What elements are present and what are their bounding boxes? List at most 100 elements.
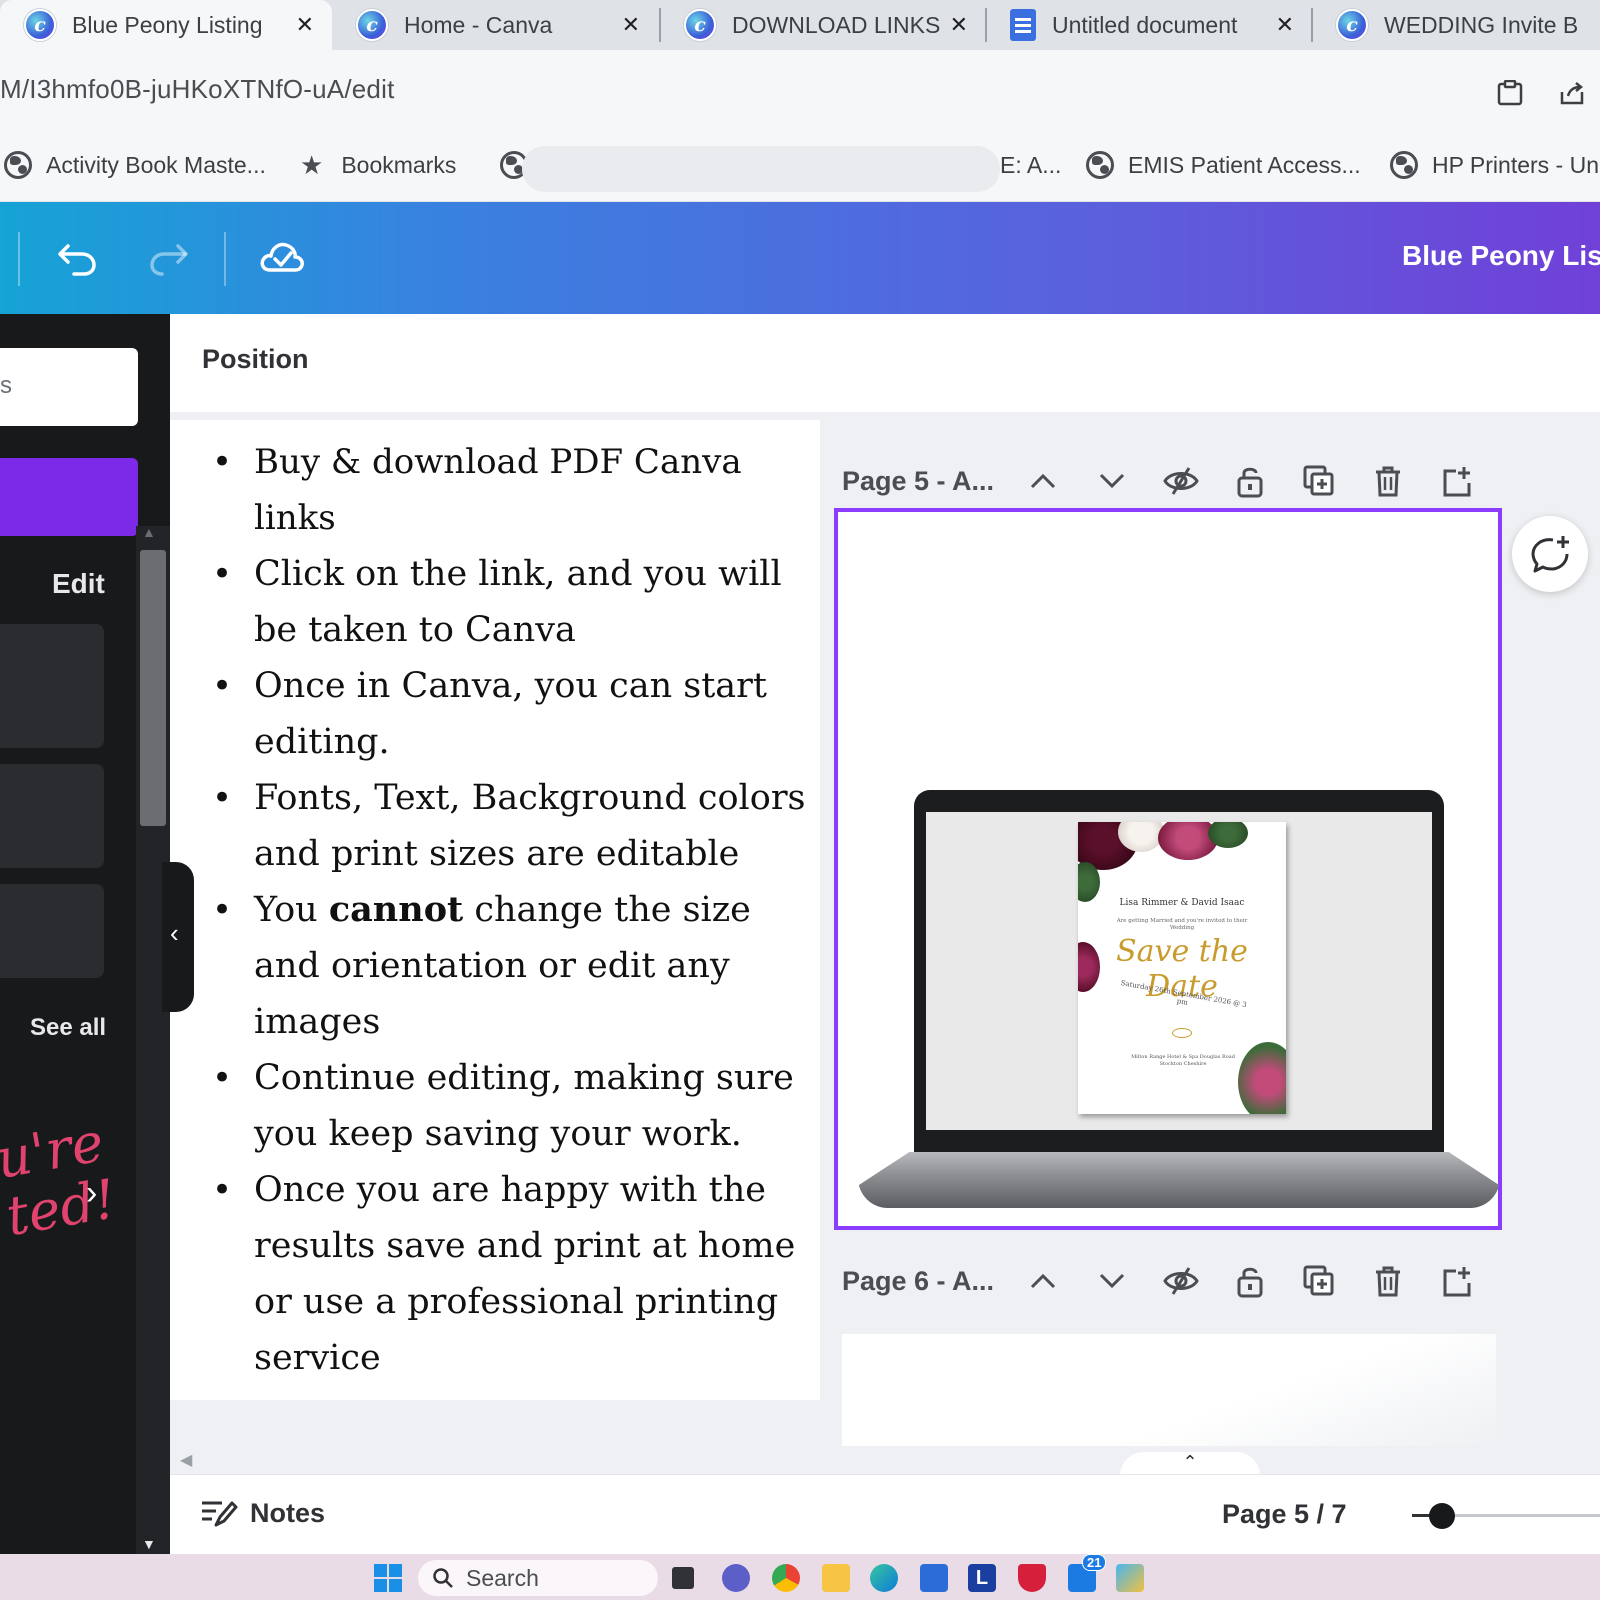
close-icon[interactable]: ✕ — [622, 12, 640, 38]
template-thumbnail[interactable] — [0, 624, 104, 748]
taskbar-search-label: Search — [466, 1564, 539, 1591]
chevron-up-icon[interactable] — [1008, 457, 1077, 505]
notes-button[interactable]: Notes — [200, 1497, 325, 1529]
chevron-up-icon[interactable] — [1008, 1257, 1077, 1305]
windows-start-icon[interactable] — [374, 1564, 402, 1592]
add-page-icon[interactable] — [1423, 457, 1492, 505]
undo-icon[interactable] — [56, 238, 100, 278]
bookmark-emis[interactable]: EMIS Patient Access... — [1086, 148, 1361, 182]
page-count-button[interactable]: Page 5 / 7 — [1222, 1499, 1347, 1530]
page-title[interactable]: Page 5 - A... — [842, 466, 1008, 497]
instructions-text-box[interactable]: Buy & download PDF Canva links Click on … — [170, 420, 820, 1400]
invite-subtitle: Are getting Married and you're invited t… — [1116, 918, 1248, 931]
scroll-left-arrow-icon[interactable]: ◀ — [180, 1450, 192, 1470]
folder-icon[interactable] — [822, 1564, 850, 1592]
cloud-saved-icon[interactable] — [258, 236, 306, 278]
scroll-down-arrow-icon[interactable]: ▼ — [142, 1536, 156, 1552]
chat-icon[interactable] — [722, 1564, 750, 1592]
url-field[interactable]: M/I3hmfo0B-juHKoXTNfO-uA/edit — [0, 74, 395, 105]
panel-scroll-thumb[interactable] — [140, 550, 166, 826]
laptop-mockup-base — [858, 1152, 1500, 1208]
bookmark-label: Bookmarks — [341, 151, 457, 178]
browser-tab-bar: c Blue Peony Listing ✕ c Home - Canva ✕ … — [0, 0, 1600, 50]
bookmark-activity-book[interactable]: Activity Book Maste... — [4, 148, 266, 182]
add-page-icon[interactable] — [1423, 1257, 1492, 1305]
duplicate-page-icon[interactable] — [1285, 1257, 1354, 1305]
instructions-list: Buy & download PDF Canva links Click on … — [212, 434, 820, 1386]
page-5-canvas[interactable]: Lisa Rimmer & David Isaac Are getting Ma… — [834, 508, 1502, 1230]
hide-page-icon[interactable] — [1146, 457, 1215, 505]
zoom-slider-handle[interactable] — [1429, 1503, 1455, 1529]
photos-icon[interactable] — [1116, 1564, 1144, 1592]
invite-venue: Milton Range Hotel & Spa Douglas Road St… — [1131, 1054, 1235, 1067]
header-divider — [18, 232, 20, 286]
chrome-icon[interactable] — [772, 1564, 800, 1592]
address-bar: M/I3hmfo0B-juHKoXTNfO-uA/edit — [0, 50, 1600, 128]
clipboard-icon[interactable] — [1496, 80, 1524, 106]
docs-icon — [1010, 9, 1036, 41]
bookmarks-folder[interactable]: ★ Bookmarks — [300, 148, 456, 182]
panel-edit-heading: Edit — [52, 568, 105, 599]
hide-page-icon[interactable] — [1146, 1257, 1215, 1305]
design-title[interactable]: Blue Peony Listi — [1402, 240, 1600, 272]
panel-search-text: s — [0, 372, 12, 399]
invite-couple-names: Lisa Rimmer & David Isaac — [1119, 898, 1245, 908]
canva-icon: c — [1336, 9, 1368, 41]
page-title[interactable]: Page 6 - A... — [842, 1266, 1008, 1297]
editor-footer: Notes Page 5 / 7 — [170, 1474, 1600, 1554]
close-icon[interactable]: ✕ — [1276, 12, 1294, 38]
trash-icon[interactable] — [1354, 457, 1423, 505]
comment-add-icon — [1531, 536, 1569, 573]
close-icon[interactable]: ✕ — [296, 12, 314, 38]
ornament-icon — [1172, 1028, 1192, 1038]
tab-wedding-invite[interactable]: c WEDDING Invite B — [1312, 0, 1600, 50]
side-panel: s ▲ ▼ Edit See all u're ted! › — [0, 314, 170, 1554]
lock-icon[interactable] — [1215, 457, 1284, 505]
bookmark-hp-printers[interactable]: HP Printers - Un — [1390, 148, 1599, 182]
redo-icon[interactable] — [146, 238, 190, 278]
template-thumbnail[interactable] — [0, 764, 104, 868]
mcafee-icon[interactable] — [1018, 1564, 1046, 1592]
chevron-down-icon[interactable] — [1077, 1257, 1146, 1305]
notes-label: Notes — [250, 1497, 326, 1528]
tab-title: Untitled document — [1052, 11, 1238, 38]
task-view-icon[interactable] — [672, 1567, 694, 1589]
duplicate-page-icon[interactable] — [1285, 457, 1354, 505]
tab-home-canva[interactable]: c Home - Canva ✕ — [332, 0, 658, 50]
panel-primary-button[interactable] — [0, 458, 138, 536]
scroll-up-arrow-icon[interactable]: ▲ — [142, 524, 156, 540]
taskbar-search[interactable]: Search — [418, 1560, 658, 1596]
mail-icon[interactable]: 21 — [1068, 1554, 1107, 1592]
laptop-mockup-screen: Lisa Rimmer & David Isaac Are getting Ma… — [914, 790, 1444, 1156]
chevron-down-icon[interactable] — [1077, 457, 1146, 505]
editor-header: Blue Peony Listi — [0, 202, 1600, 314]
collapse-panel-button[interactable]: ‹ — [162, 862, 194, 1012]
context-toolbar: Position — [170, 314, 1600, 412]
store-icon[interactable] — [920, 1564, 948, 1592]
position-button[interactable]: Position — [202, 344, 309, 375]
trash-icon[interactable] — [1354, 1257, 1423, 1305]
lock-icon[interactable] — [1215, 1257, 1284, 1305]
share-icon[interactable] — [1558, 80, 1586, 106]
close-icon[interactable]: ✕ — [950, 12, 968, 38]
tab-title: Blue Peony Listing — [72, 11, 263, 38]
panel-search-input[interactable]: s — [0, 348, 138, 426]
bookmarks-bar: Activity Book Maste... ★ Bookmarks E: A.… — [0, 128, 1600, 202]
tab-download-links[interactable]: c DOWNLOAD LINKS ✕ — [660, 0, 986, 50]
tab-untitled-document[interactable]: Untitled document ✕ — [986, 0, 1312, 50]
page-5-controls: Page 5 - A... — [842, 455, 1492, 507]
chevron-right-icon[interactable]: › — [86, 1174, 97, 1213]
expand-page-strip-button[interactable]: ⌃ — [1120, 1452, 1260, 1476]
globe-icon — [4, 151, 32, 179]
tab-blue-peony-listing[interactable]: c Blue Peony Listing ✕ — [0, 0, 332, 50]
template-thumbnail[interactable] — [0, 884, 104, 978]
add-comment-button[interactable] — [1512, 516, 1588, 592]
page-6-controls: Page 6 - A... — [842, 1255, 1492, 1307]
see-all-link[interactable]: See all — [30, 1014, 106, 1042]
l-app-icon[interactable]: L — [968, 1564, 996, 1592]
notes-icon — [202, 1501, 238, 1527]
edge-icon[interactable] — [870, 1564, 898, 1592]
instruction-item: Click on the link, and you will be taken… — [212, 546, 820, 658]
bookmark-e-a[interactable]: E: A... — [1000, 148, 1061, 182]
page-6-canvas[interactable] — [842, 1334, 1496, 1446]
